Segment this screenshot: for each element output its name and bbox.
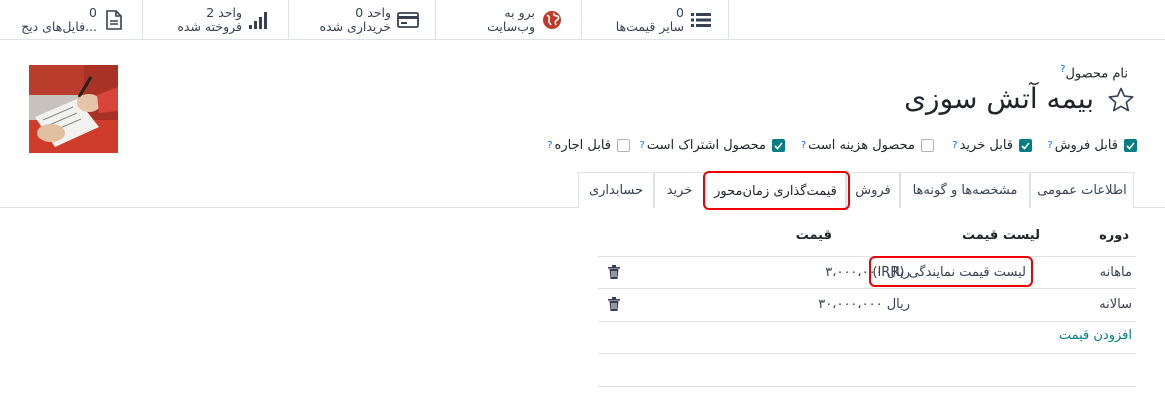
table-row[interactable]: ماهانه لیست قیمت نمایندگی (IRR) ریال ۳،۰…: [598, 256, 1136, 288]
star-icon[interactable]: [1107, 86, 1135, 114]
help-icon[interactable]: ?: [1047, 140, 1052, 151]
checkbox-can-be-sold[interactable]: قابل فروش?: [1047, 138, 1137, 153]
tab-attributes-variants[interactable]: مشخصه‌ها و گونه‌ها: [900, 172, 1030, 208]
tab-highlight-box: [703, 171, 850, 210]
sold-count: 2 واحد: [206, 5, 242, 20]
tab-accounting[interactable]: حسابداری: [578, 172, 654, 208]
tab-sales[interactable]: فروش: [846, 172, 900, 208]
purchased-count: 0 واحد: [355, 5, 391, 20]
digital-files-label: فایل‌های دیج...: [21, 19, 97, 34]
checkbox-can-be-rented[interactable]: قابل اجاره?: [547, 138, 630, 153]
table-row[interactable]: سالانه ریال ۳۰،۰۰۰،۰۰۰: [598, 288, 1136, 321]
go-to-website-button[interactable]: برو به وب‌سایت: [436, 0, 582, 40]
credit-card-icon: [397, 9, 419, 31]
checkbox-expense-product[interactable]: محصول هزینه است?: [801, 138, 934, 153]
other-prices-button[interactable]: 0 سایر قیمت‌ها: [582, 0, 729, 40]
help-icon[interactable]: ?: [640, 140, 645, 151]
add-line-row: [598, 321, 1136, 353]
tab-general-information[interactable]: اطلاعات عمومی: [1030, 172, 1134, 208]
digital-files-button[interactable]: 0 فایل‌های دیج...: [0, 0, 143, 40]
column-header-period[interactable]: دوره: [1099, 228, 1129, 243]
file-icon: [103, 9, 125, 31]
other-prices-count: 0: [676, 5, 684, 20]
notebook-tabs: اطلاعات عمومی مشخصه‌ها و گونه‌ها فروش قی…: [0, 172, 1165, 209]
table-footer-line: [598, 386, 1136, 387]
checkbox-can-be-purchased[interactable]: قابل خرید?: [952, 138, 1032, 153]
other-prices-label: سایر قیمت‌ها: [615, 19, 684, 34]
product-name-label: نام محصول?: [1060, 64, 1128, 82]
purchased-label: خریداری شده: [319, 19, 391, 34]
column-header-price[interactable]: قیمت: [796, 228, 832, 243]
website-line2: وب‌سایت: [487, 19, 535, 34]
bar-chart-icon: [248, 9, 270, 31]
trash-icon[interactable]: [608, 297, 620, 311]
checkbox-rent-box[interactable]: [617, 139, 630, 152]
trash-icon[interactable]: [608, 265, 620, 279]
checkbox-purchased-box[interactable]: [1019, 139, 1032, 152]
help-icon[interactable]: ?: [952, 140, 957, 151]
sold-label: فروخته شده: [177, 19, 242, 34]
row-period[interactable]: سالانه: [1099, 297, 1132, 312]
website-line1: برو به: [504, 5, 535, 20]
checkbox-expense-label: محصول هزینه است: [808, 138, 915, 153]
product-image[interactable]: [29, 65, 118, 153]
column-header-pricelist[interactable]: لیست قیمت: [962, 228, 1040, 243]
checkbox-rent-label: قابل اجاره: [554, 138, 611, 153]
tab-purchase[interactable]: خرید: [654, 172, 705, 208]
digital-files-count: 0: [89, 5, 97, 20]
globe-icon: [541, 9, 563, 31]
checkbox-sold-box[interactable]: [1124, 139, 1137, 152]
table-divider: [598, 353, 1136, 354]
checkbox-sold-label: قابل فروش: [1054, 138, 1118, 153]
row-period[interactable]: ماهانه: [1100, 265, 1132, 280]
row-price[interactable]: ریال ۳۰،۰۰۰،۰۰۰: [818, 297, 910, 312]
purchased-button[interactable]: 0 واحد خریداری شده: [289, 0, 436, 40]
checkbox-purchased-label: قابل خرید: [959, 138, 1013, 153]
smart-buttons-bar: 0 فایل‌های دیج... 2 واحد فروخته شده 0 واحد…: [0, 0, 1165, 40]
pricelist-highlight-box: [869, 256, 1033, 287]
checkbox-subscription-product[interactable]: محصول اشتراک است?: [640, 138, 785, 153]
checkbox-expense-box[interactable]: [921, 139, 934, 152]
checkbox-subscription-box[interactable]: [772, 139, 785, 152]
help-icon[interactable]: ?: [801, 140, 806, 151]
product-title[interactable]: بیمه آتش سوزی: [904, 82, 1094, 115]
checkbox-subscription-label: محصول اشتراک است: [646, 138, 766, 153]
list-icon: [690, 9, 712, 31]
help-icon[interactable]: ?: [547, 140, 552, 151]
sold-button[interactable]: 2 واحد فروخته شده: [143, 0, 289, 40]
add-price-link[interactable]: افزودن قیمت: [1059, 328, 1132, 343]
